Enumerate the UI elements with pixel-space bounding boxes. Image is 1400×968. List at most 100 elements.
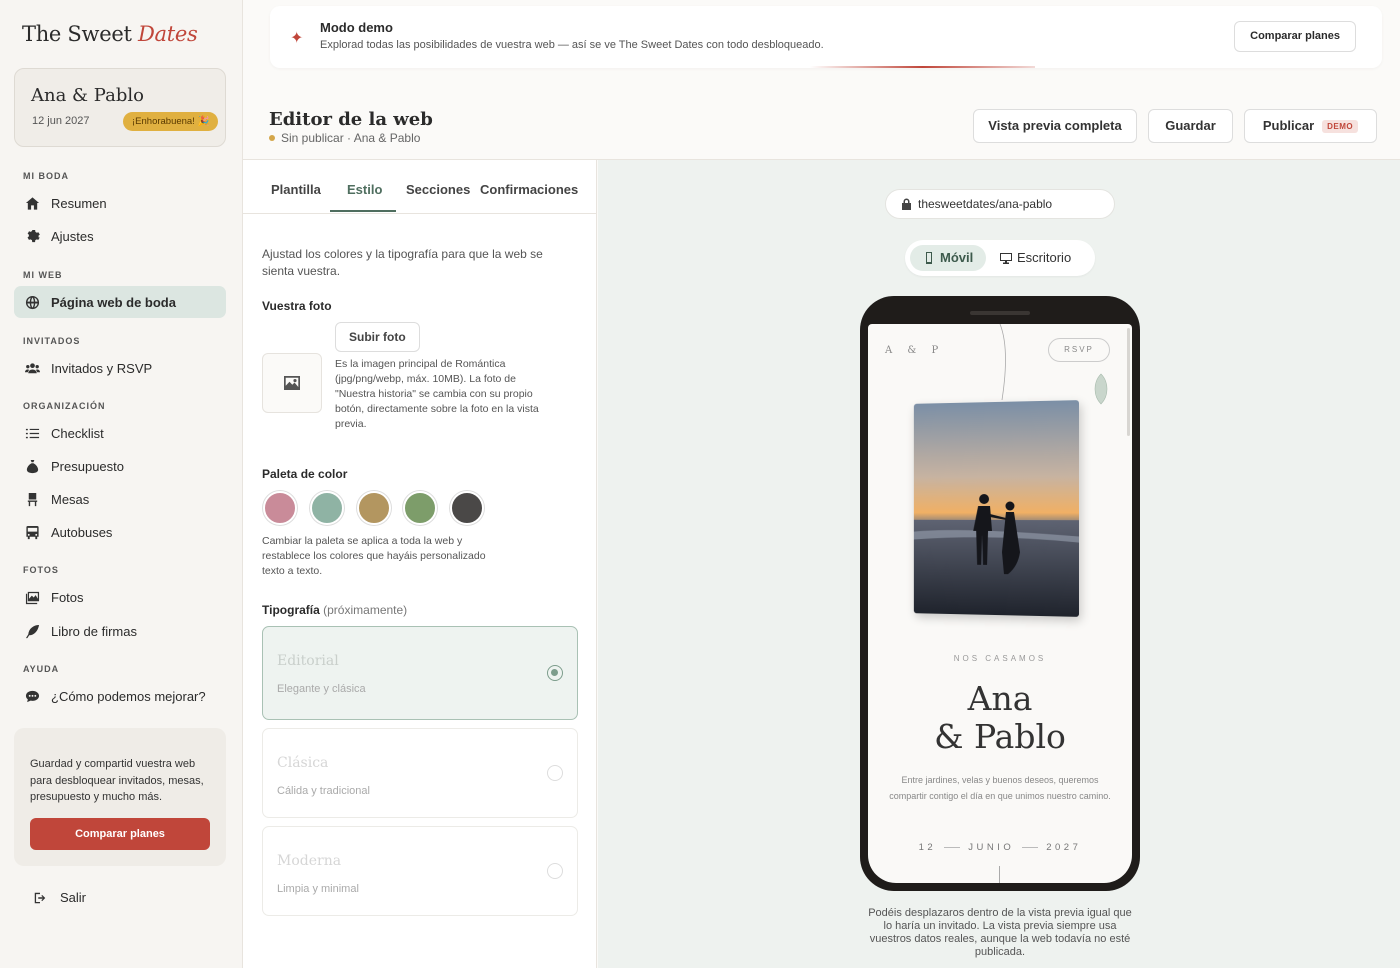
- radio-unselected[interactable]: [547, 863, 563, 879]
- sidebar-item-mesas[interactable]: Mesas: [14, 483, 226, 515]
- typography-name: Clásica: [277, 755, 329, 771]
- sparkle-icon: ✦: [290, 30, 304, 47]
- home-icon: [24, 195, 40, 211]
- device-toggle: Móvil Escritorio: [905, 240, 1095, 276]
- brand-accent: Dates: [137, 22, 198, 46]
- site-monogram: A & P: [885, 345, 945, 356]
- phone-screen[interactable]: A & P RSVP NOS CASAMOS Ana & Pablo Entre…: [868, 324, 1132, 883]
- photo-thumbnail[interactable]: [262, 353, 322, 413]
- site-blurb: Entre jardines, velas y buenos deseos, q…: [889, 775, 1111, 801]
- site-date: 12 JUNIO 2027: [868, 842, 1132, 853]
- demo-subtitle: Explorad todas las posibilidades de vues…: [320, 39, 824, 51]
- palette-label: Paleta de color: [262, 467, 348, 481]
- active-tab-indicator: [330, 210, 396, 212]
- lock-icon: [902, 198, 911, 210]
- chair-icon: [24, 491, 40, 507]
- sidebar-item-label: Presupuesto: [51, 458, 124, 474]
- typography-soon: (próximamente): [323, 603, 408, 617]
- sidebar-item-checklist[interactable]: Checklist: [14, 417, 226, 449]
- sidebar-item-label: Libro de firmas: [51, 623, 137, 639]
- banner-progress-line: [810, 66, 1035, 68]
- sidebar-item-label: Resumen: [51, 195, 107, 211]
- feather-icon: [24, 623, 40, 639]
- sidebar-item-fotos[interactable]: Fotos: [14, 581, 226, 613]
- desktop-icon: [1000, 253, 1012, 264]
- palette-swatch-green[interactable]: [403, 491, 437, 525]
- globe-icon: [24, 294, 40, 310]
- tab-plantilla[interactable]: Plantilla: [271, 182, 321, 197]
- photo-help-text: Es la imagen principal de Romántica (jpg…: [335, 358, 539, 430]
- editor-tabs: Plantilla Estilo Secciones Confirmacione…: [243, 160, 597, 214]
- brand-logo[interactable]: The Sweet Dates: [22, 22, 198, 46]
- sidebar-item-label: Fotos: [51, 589, 84, 605]
- sidebar-item-libro-firmas[interactable]: Libro de firmas: [14, 615, 226, 647]
- tab-confirmaciones[interactable]: Confirmaciones: [480, 182, 578, 197]
- palette-swatch-gold[interactable]: [357, 491, 391, 525]
- publish-label: Publicar: [1262, 118, 1315, 133]
- typography-option-moderna[interactable]: Moderna Limpia y minimal: [262, 826, 578, 916]
- save-button[interactable]: Guardar: [1148, 109, 1233, 143]
- tab-secciones[interactable]: Secciones: [406, 182, 470, 197]
- upload-photo-button[interactable]: Subir foto: [335, 322, 420, 352]
- device-desktop-button[interactable]: Escritorio: [987, 245, 1084, 271]
- promo-text: Guardad y compartid vuestra web para des…: [30, 758, 204, 803]
- status-dot: [269, 135, 275, 141]
- sidebar-item-ajustes[interactable]: Ajustes: [14, 220, 226, 252]
- logout-button[interactable]: Salir: [33, 890, 86, 905]
- section-mi-boda: MI BODA: [23, 171, 69, 181]
- palette-swatch-charcoal[interactable]: [450, 491, 484, 525]
- radio-unselected[interactable]: [547, 765, 563, 781]
- typography-option-clasica[interactable]: Clásica Cálida y tradicional: [262, 728, 578, 818]
- site-name-2: & Pablo: [934, 717, 1066, 756]
- site-rsvp-button[interactable]: RSVP: [1048, 338, 1110, 362]
- date-divider: [1022, 846, 1039, 848]
- full-preview-button[interactable]: Vista previa completa: [973, 109, 1137, 143]
- palette-swatch-rose[interactable]: [263, 491, 297, 525]
- sidebar-item-invitados[interactable]: Invitados y RSVP: [14, 352, 226, 384]
- wedding-date: 12 jun 2027: [32, 115, 90, 127]
- image-icon: [284, 376, 300, 390]
- device-mobile-button[interactable]: Móvil: [910, 245, 987, 271]
- beach-photo: [913, 400, 1080, 617]
- radio-selected[interactable]: [547, 665, 563, 681]
- sidebar-item-label: Ajustes: [51, 228, 94, 244]
- typography-title: Tipografía: [262, 603, 320, 617]
- couple-card: Ana & Pablo 12 jun 2027 ¡Enhorabuena! 🎉: [14, 68, 226, 147]
- demo-title: Modo demo: [320, 20, 393, 35]
- demo-badge: DEMO: [1322, 120, 1359, 134]
- preview-url-bar[interactable]: thesweetdates/ana-pablo: [885, 189, 1115, 219]
- moneybag-icon: [24, 458, 40, 474]
- site-day: 12: [918, 842, 937, 853]
- couple-photo[interactable]: [912, 400, 1080, 617]
- tab-estilo[interactable]: Estilo: [347, 182, 382, 197]
- sidebar-item-resumen[interactable]: Resumen: [14, 187, 226, 219]
- section-invitados: INVITADOS: [23, 336, 81, 346]
- publish-status: Sin publicar · Ana & Pablo: [269, 131, 420, 145]
- sidebar-item-label: Mesas: [51, 491, 90, 507]
- style-panel: Plantilla Estilo Secciones Confirmacione…: [243, 160, 597, 968]
- typography-name: Editorial: [277, 653, 339, 669]
- phone-frame: A & P RSVP NOS CASAMOS Ana & Pablo Entre…: [860, 296, 1140, 891]
- sidebar-item-feedback[interactable]: ¿Cómo podemos mejorar?: [14, 680, 226, 712]
- compare-plans-button[interactable]: Comparar planes: [30, 818, 210, 850]
- typography-desc: Limpia y minimal: [277, 883, 359, 895]
- section-fotos: FOTOS: [23, 565, 59, 575]
- comment-icon: [24, 688, 40, 704]
- banner-compare-plans-button[interactable]: Comparar planes: [1234, 21, 1356, 52]
- sidebar-item-pagina-web[interactable]: Página web de boda: [14, 286, 226, 318]
- site-year: 2027: [1046, 842, 1082, 853]
- site-couple-names: Ana & Pablo: [868, 680, 1132, 756]
- bottom-string-decoration: [999, 866, 1000, 883]
- congrats-badge: ¡Enhorabuena! 🎉: [123, 112, 219, 131]
- site-name-1: Ana: [967, 679, 1033, 718]
- sidebar-item-presupuesto[interactable]: Presupuesto: [14, 450, 226, 482]
- site-month: JUNIO: [968, 842, 1015, 853]
- publish-button[interactable]: Publicar DEMO: [1244, 109, 1377, 143]
- page-title: Editor de la web: [269, 109, 433, 130]
- sidebar-item-autobuses[interactable]: Autobuses: [14, 516, 226, 548]
- palette-swatch-sage[interactable]: [310, 491, 344, 525]
- checklist-icon: [24, 425, 40, 441]
- typography-option-editorial[interactable]: Editorial Elegante y clásica: [262, 626, 578, 720]
- sidebar: The Sweet Dates Ana & Pablo 12 jun 2027 …: [0, 0, 243, 968]
- users-icon: [24, 360, 40, 376]
